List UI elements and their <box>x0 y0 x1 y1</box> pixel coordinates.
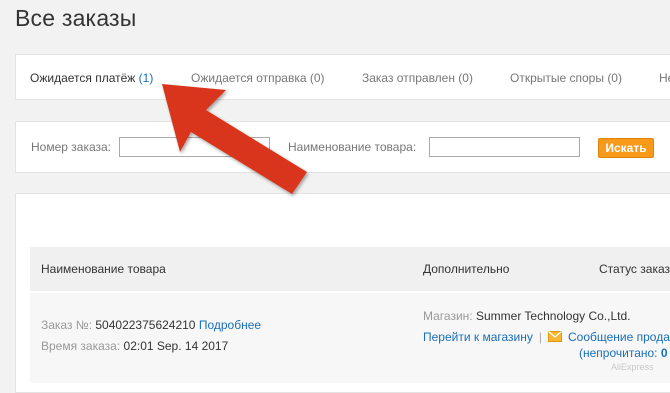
unread-count: 0 <box>660 346 668 360</box>
column-header-product: Наименование товара <box>41 262 166 276</box>
shop-info: Магазин: Summer Technology Co.,Ltd. <box>423 309 631 323</box>
page-title: Все заказы <box>15 5 137 31</box>
order-status-tabs: Ожидается платёж (1) Ожидается отправка … <box>15 54 670 100</box>
order-time-label: Время заказа: <box>41 339 121 353</box>
tab-awaiting-payment[interactable]: Ожидается платёж (1) <box>30 55 153 101</box>
order-details-link[interactable]: Подробнее <box>199 318 261 332</box>
search-bar: Номер заказа: Наименование товара: Искат… <box>15 121 670 173</box>
order-row: Заказ №: 504022375624210 Подробнее Время… <box>30 293 670 383</box>
orders-panel: Наименование товара Дополнительно Статус… <box>15 193 670 393</box>
order-number-label: Номер заказа: <box>31 140 112 154</box>
order-number-label: Заказ №: <box>41 318 93 332</box>
envelope-icon <box>548 331 562 342</box>
product-name-input[interactable] <box>429 137 580 157</box>
order-number-input[interactable] <box>119 137 270 157</box>
table-header: Наименование товара Дополнительно Статус… <box>30 247 670 291</box>
column-header-status: Статус заказа <box>599 262 670 276</box>
shop-label: Магазин: <box>423 309 473 323</box>
order-time-value: 02:01 Sep. 14 2017 <box>123 339 229 353</box>
separator: | <box>538 330 542 344</box>
tab-shipped[interactable]: Заказ отправлен (0) <box>362 55 473 101</box>
tab-open-disputes[interactable]: Открытые споры (0) <box>510 55 622 101</box>
goto-shop-link[interactable]: Перейти к магазину <box>423 330 533 344</box>
tab-more[interactable]: Не <box>659 55 670 101</box>
message-seller-link[interactable]: Сообщение продавцу <box>568 330 670 344</box>
shop-actions: Перейти к магазину | Сообщение продавцу <box>423 330 670 344</box>
column-header-additional: Дополнительно <box>423 262 510 276</box>
shop-name: Summer Technology Co.,Ltd. <box>475 309 631 323</box>
product-name-label: Наименование товара: <box>288 140 417 154</box>
unread-messages: (непрочитано: 0 <box>579 346 668 360</box>
tab-label: Ожидается платёж <box>30 71 136 85</box>
order-time: Время заказа: 02:01 Sep. 14 2017 <box>41 339 228 353</box>
watermark: AliExpress <box>611 362 654 372</box>
order-number-value: 504022375624210 <box>95 318 196 332</box>
search-button[interactable]: Искать <box>598 138 654 158</box>
unread-label: (непрочитано: <box>579 346 658 360</box>
tab-awaiting-shipment[interactable]: Ожидается отправка (0) <box>191 55 325 101</box>
tab-count: (1) <box>138 71 154 85</box>
order-number: Заказ №: 504022375624210 Подробнее <box>41 318 261 332</box>
